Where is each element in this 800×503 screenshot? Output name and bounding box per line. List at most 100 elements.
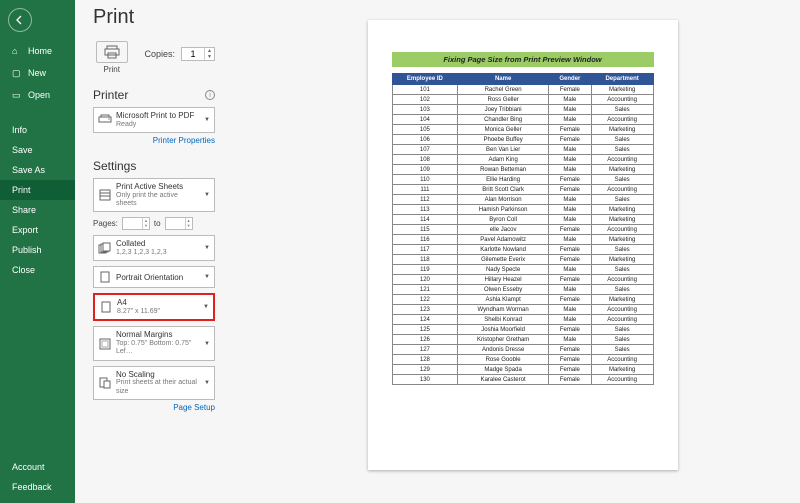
back-arrow-icon [15,15,25,25]
nav-close[interactable]: Close [0,260,75,280]
copies-label: Copies: [145,49,176,59]
home-icon: ⌂ [12,46,22,56]
nav-home[interactable]: ⌂Home [0,40,75,62]
settings-section-title: Settings [93,159,136,173]
col-header: Gender [548,74,591,85]
page-size-title: A4 [117,298,199,308]
settings-column: Print Print Copies: ▲▼ Printer i Microso… [75,0,225,503]
print-button[interactable]: Print [93,41,131,74]
table-row: 128Rose GoobleFemaleAccounting [392,355,653,365]
collation-sub: 1,2,3 1,2,3 1,2,3 [116,249,200,257]
table-row: 130Karalee CasterotFemaleAccounting [392,375,653,385]
printer-properties-link[interactable]: Printer Properties [93,136,215,145]
table-row: 116Pavel AdamowitzMaleMarketing [392,235,653,245]
chevron-down-icon: ▼ [200,274,210,280]
nav-export[interactable]: Export [0,220,75,240]
scaling-icon [98,376,112,390]
pages-to-label: to [154,219,161,228]
nav-publish[interactable]: Publish [0,240,75,260]
print-button-label: Print [104,65,120,74]
page-title: Print [93,6,215,29]
orientation-selector[interactable]: Portrait Orientation ▼ [93,266,215,288]
table-row: 124Shelbi KonradMaleAccounting [392,315,653,325]
margins-icon [98,337,112,351]
nav-feedback[interactable]: Feedback [0,477,75,497]
print-preview: Fixing Page Size from Print Preview Wind… [225,0,800,503]
nav-new[interactable]: ▢New [0,62,75,84]
table-row: 110Ellie HardingFemaleSales [392,175,653,185]
nav-account[interactable]: Account [0,457,75,477]
table-row: 117Karlotte NowlandFemaleSales [392,245,653,255]
nav-print[interactable]: Print [0,180,75,200]
table-row: 119Nady SpecteMaleSales [392,265,653,275]
info-icon[interactable]: i [205,90,215,100]
new-icon: ▢ [12,68,22,78]
printer-device-icon [98,113,112,127]
col-header: Name [458,74,549,85]
backstage-sidebar: ⌂Home▢New▭Open InfoSaveSave AsPrintShare… [0,0,75,503]
collation-title: Collated [116,239,200,249]
chevron-down-icon: ▼ [200,117,210,123]
table-row: 126Kristopher GrethamMaleSales [392,335,653,345]
pages-to-input[interactable] [166,218,185,229]
col-header: Employee ID [392,74,458,85]
pages-range: Pages: ▲▼ to ▲▼ [93,217,215,230]
print-what-title: Print Active Sheets [116,182,200,192]
printer-icon [104,45,120,59]
table-row: 115elle JacovFemaleAccounting [392,225,653,235]
print-what-sub: Only print the active sheets [116,192,200,209]
data-table: Employee IDNameGenderDepartment 101Rache… [392,73,654,385]
open-icon: ▭ [12,90,22,100]
page-setup-link[interactable]: Page Setup [93,403,215,412]
chevron-down-icon: ▼ [199,304,209,310]
table-row: 105Monica GellerFemaleMarketing [392,125,653,135]
table-row: 123Wyndham WormanMaleAccounting [392,305,653,315]
page-size-icon [99,300,113,314]
copies-down-icon[interactable]: ▼ [205,54,214,60]
printer-selector[interactable]: Microsoft Print to PDFReady ▼ [93,107,215,133]
margins-selector[interactable]: Normal MarginsTop: 0.75" Bottom: 0.75" L… [93,326,215,360]
chevron-down-icon: ▼ [200,245,210,251]
page-size-selector[interactable]: A48.27" x 11.69" ▼ [93,293,215,321]
copies-spinner[interactable]: ▲▼ [181,47,215,61]
col-header: Department [591,74,653,85]
table-row: 114Byron CollMaleMarketing [392,215,653,225]
sheets-icon [98,188,112,202]
table-row: 118Gilemette EverixFemaleMarketing [392,255,653,265]
table-row: 106Phoebe BuffeyFemaleSales [392,135,653,145]
table-row: 103Joey TribbianiMaleSales [392,105,653,115]
nav-open[interactable]: ▭Open [0,84,75,106]
printer-name: Microsoft Print to PDF [116,111,200,121]
scaling-title: No Scaling [116,370,200,380]
print-what-selector[interactable]: Print Active SheetsOnly print the active… [93,178,215,212]
table-row: 111Britt Scott ClarkFemaleAccounting [392,185,653,195]
copies-row: Copies: ▲▼ [145,47,215,61]
nav-save[interactable]: Save [0,140,75,160]
copies-input[interactable] [182,49,204,59]
table-row: 112Alan MorrisonMaleSales [392,195,653,205]
collation-selector[interactable]: Collated1,2,3 1,2,3 1,2,3 ▼ [93,235,215,261]
chevron-down-icon: ▼ [200,192,210,198]
page-size-sub: 8.27" x 11.69" [117,308,199,316]
orientation-title: Portrait Orientation [116,273,200,283]
table-row: 102Ross GellerMaleAccounting [392,95,653,105]
pages-label: Pages: [93,219,118,228]
pages-from-input[interactable] [123,218,142,229]
table-row: 101Rachel GreenFemaleMarketing [392,85,653,95]
scaling-selector[interactable]: No ScalingPrint sheets at their actual s… [93,366,215,400]
table-row: 122Ashla KlamptFemaleMarketing [392,295,653,305]
table-row: 104Chandler BingMaleAccounting [392,115,653,125]
table-row: 120Hillary HeazelFemaleAccounting [392,275,653,285]
nav-info[interactable]: Info [0,120,75,140]
back-button[interactable] [8,8,32,32]
margins-title: Normal Margins [116,330,200,340]
printer-status: Ready [116,121,200,129]
doc-title: Fixing Page Size from Print Preview Wind… [392,52,654,67]
margins-sub: Top: 0.75" Bottom: 0.75" Lef… [116,340,200,357]
table-row: 108Adam KingMaleAccounting [392,155,653,165]
table-row: 109Rowan BettemanMaleMarketing [392,165,653,175]
nav-save-as[interactable]: Save As [0,160,75,180]
collated-icon [98,241,112,255]
print-backstage: Print Print Copies: ▲▼ Printer i Microso… [75,0,800,503]
nav-share[interactable]: Share [0,200,75,220]
